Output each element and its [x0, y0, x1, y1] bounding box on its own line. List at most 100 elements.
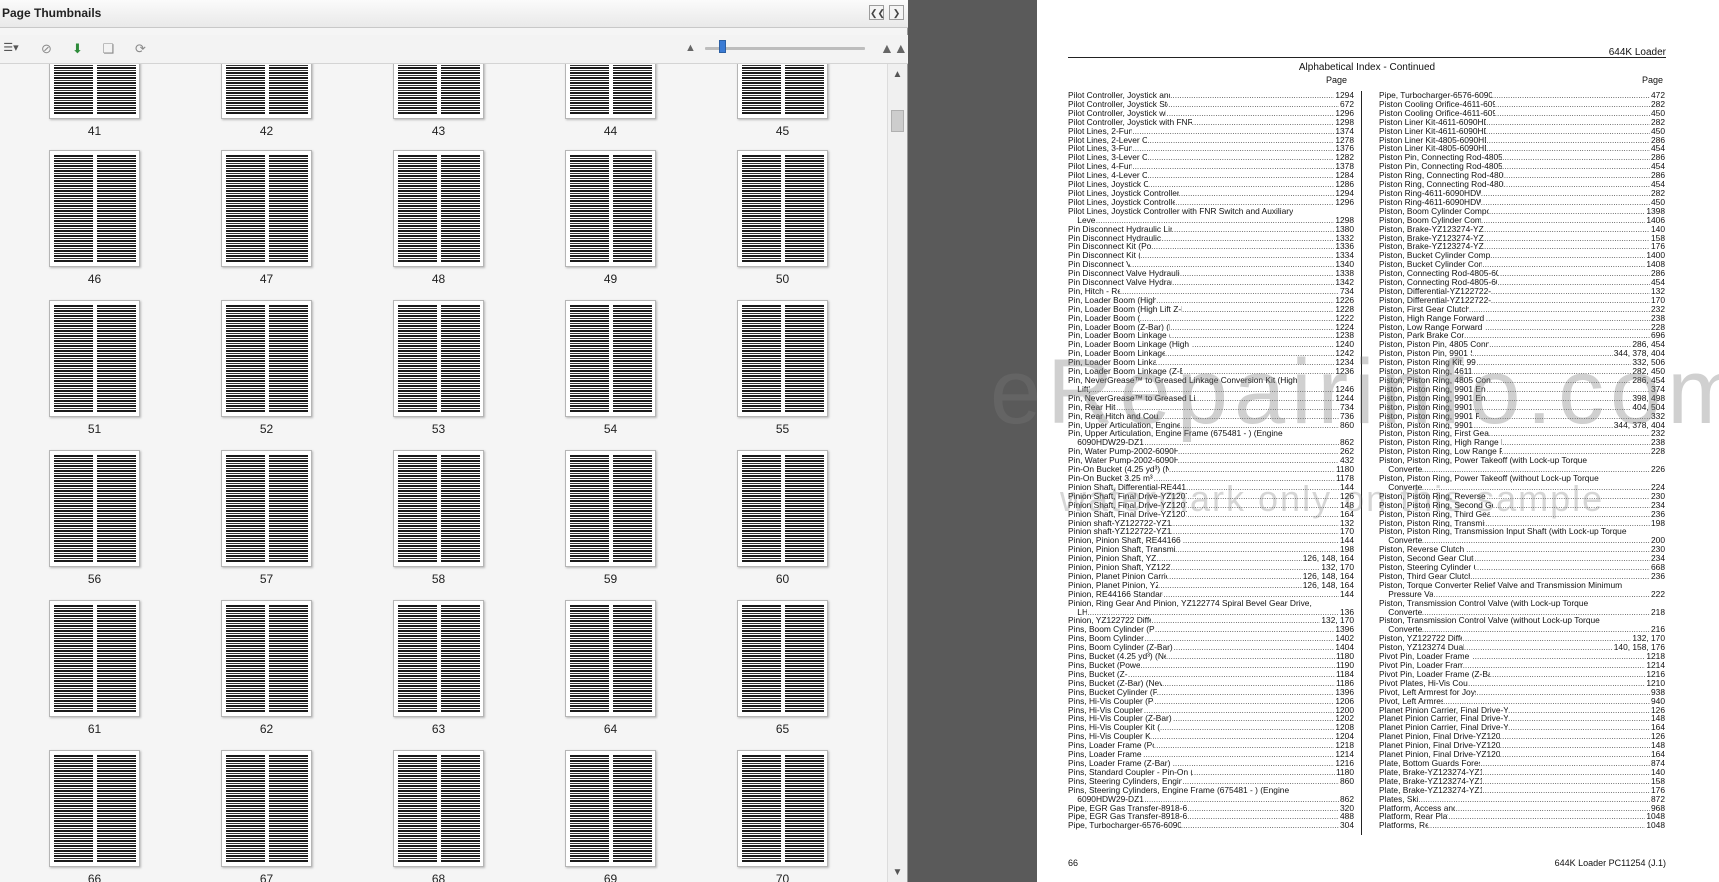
index-leader-dots: ........................................…: [1491, 91, 1650, 100]
scroll-down-arrow-icon[interactable]: ▼: [891, 866, 904, 879]
page-thumbnail[interactable]: 50: [737, 150, 828, 290]
index-leader-dots: ........................................…: [1507, 705, 1650, 715]
index-entry-title: Piston Ring-4611-6090HDW29-DZ101355: [1379, 197, 1481, 207]
thumbnail-text-column: [97, 455, 136, 562]
index-entry-title: Piston, Piston Ring, Power Takeoff (with…: [1379, 456, 1588, 466]
page-thumbnail[interactable]: 70: [737, 750, 828, 882]
index-leader-dots: ........................................…: [1503, 171, 1651, 181]
page-thumbnail[interactable]: 66: [49, 750, 140, 882]
index-leader-dots: ........................................…: [1191, 117, 1335, 127]
page-thumbnail[interactable]: 44: [565, 64, 656, 142]
page-thumbnail[interactable]: 41: [49, 64, 140, 142]
index-entry-title: Pinion, Planet Pinion, YZ120753 Final Dr…: [1068, 580, 1158, 590]
index-entry-title: Piston, Second Gear Clutch Assembly: [1379, 554, 1474, 564]
index-entry-title: Pins, Hi-Vis Coupler Kit (Z-Bar): [1068, 732, 1150, 742]
page-thumbnail[interactable]: 48: [393, 150, 484, 290]
zoom-slider-track[interactable]: [705, 47, 865, 50]
chevron-right-icon[interactable]: ❯: [889, 5, 904, 20]
index-entry: Plate, Brake-YZ123274-YZ19841-YZ19841...…: [1379, 785, 1665, 795]
page-thumbnail[interactable]: 64: [565, 600, 656, 740]
page-thumbnail[interactable]: 56: [49, 450, 140, 590]
page-thumbnail[interactable]: 47: [221, 150, 312, 290]
page-thumbnail[interactable]: 52: [221, 300, 312, 440]
index-entry-title: Converter): [1388, 625, 1422, 635]
index-entry: Pinion, Pinion Shaft, YZ120753 Final Dri…: [1068, 554, 1354, 563]
index-entry: Pinion, RE44166 Standard Differential...…: [1068, 589, 1354, 599]
index-leader-dots: ........................................…: [1480, 215, 1645, 225]
thumbnail-page-number: 44: [603, 124, 618, 138]
index-leader-dots: ........................................…: [1507, 723, 1650, 733]
index-entry-title: Pin Disconnect Kit (Z-Bar): [1068, 251, 1140, 261]
index-entry-title: Pins, Hi-Vis Coupler (Z-Bar): [1068, 705, 1144, 715]
page-thumbnail[interactable]: 42: [221, 64, 312, 142]
index-entry-title: Piston Liner Kit-4611-6090HDW29-DZ101355: [1379, 126, 1486, 136]
index-leader-dots: ........................................…: [1175, 197, 1334, 207]
index-entry: Piston, Differential-YZ122722-YZ19841-YZ…: [1379, 295, 1665, 305]
mountain-large-icon[interactable]: ▲▲: [880, 40, 908, 57]
page-thumbnail[interactable]: 62: [221, 600, 312, 740]
page-thumbnail[interactable]: 55: [737, 300, 828, 440]
index-entry-title: Piston, First Gear Clutch Assembly: [1379, 304, 1469, 314]
page-thumbnail[interactable]: 63: [393, 600, 484, 740]
page-thumbnail[interactable]: 69: [565, 750, 656, 882]
index-entry-title: Pins, Boom Cylinder (Powerllel™): [1068, 625, 1155, 635]
page-thumbnail[interactable]: 67: [221, 750, 312, 882]
double-chevron-left-icon[interactable]: ❮❮: [869, 5, 885, 20]
index-leader-dots: ........................................…: [1474, 563, 1650, 572]
index-entry-title: Converter): [1388, 536, 1422, 546]
thumbnail-page-image: [393, 150, 484, 267]
index-entry: Planet Pinion, Final Drive-YZ120753-YZ19…: [1379, 741, 1665, 750]
insert-page-icon[interactable]: ⬇: [69, 40, 86, 57]
page-thumbnail[interactable]: 59: [565, 450, 656, 590]
index-entry: Pilot Controller, Joystick and Auxiliary…: [1068, 91, 1354, 100]
index-leader-dots: ........................................…: [1166, 571, 1302, 581]
scrollbar-thumb[interactable]: [891, 110, 904, 132]
rotate-page-icon[interactable]: ⟳: [132, 40, 149, 57]
page-thumbnail[interactable]: 58: [393, 450, 484, 590]
index-entry-title: Planet Pinion, Final Drive-YZ120753-YZ19…: [1379, 741, 1500, 751]
mountain-small-icon[interactable]: ▲: [682, 40, 699, 57]
page-thumbnail[interactable]: 60: [737, 450, 828, 590]
index-leader-dots: ........................................…: [1143, 705, 1335, 715]
index-entry-title: Pins, Bucket (Z-Bar): [1068, 669, 1128, 679]
index-entry-title: Pilot Lines, 4-Function: [1068, 162, 1133, 172]
thumbnail-page-number: 58: [431, 572, 446, 586]
page-thumbnail[interactable]: 45: [737, 64, 828, 142]
page-thumbnail[interactable]: 49: [565, 150, 656, 290]
index-entry-title: Piston, YZ122722 Differential Lock: [1379, 634, 1462, 644]
page-thumbnail[interactable]: 46: [49, 150, 140, 290]
index-entry-title: Planet Pinion, Final Drive-YZ120753-YZ19…: [1379, 750, 1500, 759]
index-leader-dots: ........................................…: [1168, 99, 1339, 109]
index-leader-dots: ........................................…: [1489, 669, 1646, 679]
index-leader-dots: ........................................…: [1170, 91, 1334, 100]
thumbnail-scrollbar[interactable]: ▲ ▼: [887, 64, 907, 882]
index-leader-dots: ........................................…: [1480, 188, 1651, 198]
index-right-column: Pipe, Turbocharger-6576-6090HDW29-DZ1013…: [1379, 91, 1665, 830]
thumbnail-options-icon[interactable]: ☰▾: [0, 40, 22, 57]
zoom-slider-thumb[interactable]: [719, 40, 726, 53]
index-entry-title: Plate, Bottom Guards Forestry Applicatio…: [1379, 758, 1480, 768]
index-leader-dots: ........................................…: [1144, 634, 1335, 644]
page-thumbnail[interactable]: 53: [393, 300, 484, 440]
index-leader-dots: ........................................…: [1467, 678, 1645, 688]
index-entry-title: Piston, Transmission Control Valve (with…: [1379, 616, 1600, 626]
page-thumbnail[interactable]: 43: [393, 64, 484, 142]
page-thumbnail[interactable]: 51: [49, 300, 140, 440]
index-entry: Planet Pinion Carrier, Final Drive-YZ120…: [1379, 723, 1665, 732]
index-leader-dots: ........................................…: [1172, 278, 1335, 287]
page-thumbnail[interactable]: 68: [393, 750, 484, 882]
extract-page-icon[interactable]: ❏: [100, 40, 117, 57]
page-thumbnail[interactable]: 65: [737, 600, 828, 740]
footer-document-id: 644K Loader PC11254 (J.1): [1554, 858, 1666, 868]
index-entry-title: Pinion, RE44166 Standard Differential: [1068, 589, 1163, 599]
page-thumbnail[interactable]: 54: [565, 300, 656, 440]
page-thumbnail[interactable]: 57: [221, 450, 312, 590]
index-entry: Piston, Steering Cylinder Components....…: [1379, 563, 1665, 572]
index-leader-dots: ........................................…: [1421, 625, 1650, 635]
scroll-up-arrow-icon[interactable]: ▲: [891, 68, 904, 81]
index-entry: Platform, Rear Platforms................…: [1379, 812, 1665, 821]
page-thumbnail[interactable]: 61: [49, 600, 140, 740]
delete-page-icon[interactable]: ⊘: [38, 40, 55, 57]
index-entry: Pin Disconnect Kit (Z-Bar)..............…: [1068, 251, 1354, 260]
index-entry: Pinion, Planet Pinion, YZ120753 Final Dr…: [1068, 580, 1354, 590]
